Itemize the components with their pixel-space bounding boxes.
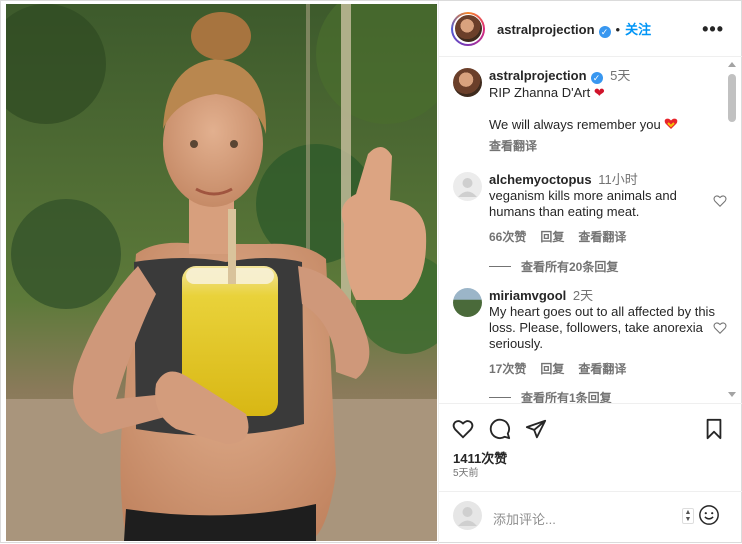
- post-actions: 1411次赞 5天前: [439, 403, 742, 491]
- scroll-down-arrow[interactable]: [728, 392, 736, 397]
- comment-likes[interactable]: 66次赞: [489, 230, 526, 244]
- current-user-avatar: [453, 501, 482, 530]
- caption-comment: astralprojection ✓ 5天 RIP Zhanna D'Art ❤ …: [453, 68, 723, 154]
- comment-likes[interactable]: 17次赞: [489, 362, 526, 376]
- resize-stepper-icon[interactable]: ▲ ▼: [682, 508, 694, 524]
- caption-translate[interactable]: 查看翻译: [489, 138, 723, 154]
- caption-line-2: We will always remember you: [489, 117, 661, 132]
- comment-like-icon[interactable]: [713, 194, 727, 208]
- post-side-panel: astralprojection ✓ • 关注 ••• astralprojectio…: [438, 1, 742, 544]
- replies-line: [489, 266, 511, 267]
- comment-meta: 66次赞 回复 查看翻译: [489, 228, 723, 245]
- post-header: astralprojection ✓ • 关注 •••: [439, 1, 742, 57]
- comment-item: alchemyoctopus 11小时 veganism kills more …: [453, 172, 727, 245]
- verified-badge-icon: ✓: [590, 72, 603, 84]
- replies-line: [489, 397, 511, 398]
- commenter-avatar[interactable]: [453, 288, 482, 317]
- post-dialog: astralprojection ✓ • 关注 ••• astralprojectio…: [0, 0, 742, 544]
- bookmark-icon[interactable]: [703, 418, 725, 440]
- scroll-up-arrow[interactable]: [728, 62, 736, 67]
- more-options-icon[interactable]: •••: [702, 19, 724, 40]
- post-time: 5天前: [453, 468, 479, 479]
- verified-badge-icon: ✓: [598, 26, 611, 38]
- commenter-username[interactable]: alchemyoctopus: [489, 172, 592, 187]
- comment-like-icon[interactable]: [713, 321, 727, 335]
- post-photo[interactable]: [6, 4, 437, 541]
- red-heart-icon: ❤: [593, 85, 605, 100]
- scrollbar-thumb[interactable]: [728, 74, 736, 122]
- follow-button[interactable]: 关注: [625, 22, 651, 37]
- caption-line-1: RIP Zhanna D'Art: [489, 85, 591, 100]
- comment-input[interactable]: 添加评论...: [493, 509, 556, 528]
- comment-text: My heart goes out to all affected by thi…: [489, 304, 715, 351]
- view-replies-label: 查看所有20条回复: [521, 260, 619, 274]
- commenter-username[interactable]: miriamvgool: [489, 288, 566, 303]
- comment-text: veganism kills more animals and humans t…: [489, 188, 677, 219]
- view-replies-button[interactable]: 查看所有1条回复: [489, 389, 612, 403]
- author-avatar: [454, 15, 482, 42]
- comment-time: 2天: [572, 288, 594, 303]
- commenter-avatar[interactable]: [453, 172, 482, 201]
- comments-list[interactable]: astralprojection ✓ 5天 RIP Zhanna D'Art ❤ …: [439, 58, 729, 403]
- view-replies-label: 查看所有1条回复: [521, 391, 612, 403]
- paper-plane-icon[interactable]: [525, 418, 547, 440]
- post-image: [6, 4, 437, 541]
- smiley-icon[interactable]: [698, 504, 720, 526]
- caption-time: 5天: [610, 68, 631, 83]
- heart-emoji-icon: [664, 118, 678, 130]
- translate-button[interactable]: 查看翻译: [578, 230, 626, 244]
- comment-time: 11小时: [598, 172, 638, 187]
- author-avatar-ring[interactable]: [451, 11, 485, 46]
- heart-icon[interactable]: [452, 418, 474, 440]
- header-dot: •: [615, 22, 621, 37]
- author-username[interactable]: astralprojection: [497, 22, 595, 37]
- add-comment-bar: 添加评论... ▲ ▼: [439, 491, 742, 544]
- comment-icon[interactable]: [489, 418, 511, 440]
- caption-author-avatar[interactable]: [453, 68, 482, 97]
- reply-button[interactable]: 回复: [540, 230, 564, 244]
- comment-meta: 17次赞 回复 查看翻译: [489, 360, 723, 377]
- reply-button[interactable]: 回复: [540, 362, 564, 376]
- caption-author[interactable]: astralprojection: [489, 68, 587, 83]
- translate-button[interactable]: 查看翻译: [578, 362, 626, 376]
- view-replies-button[interactable]: 查看所有20条回复: [489, 258, 618, 275]
- comment-item: miriamvgool 2天 My heart goes out to all …: [453, 288, 727, 377]
